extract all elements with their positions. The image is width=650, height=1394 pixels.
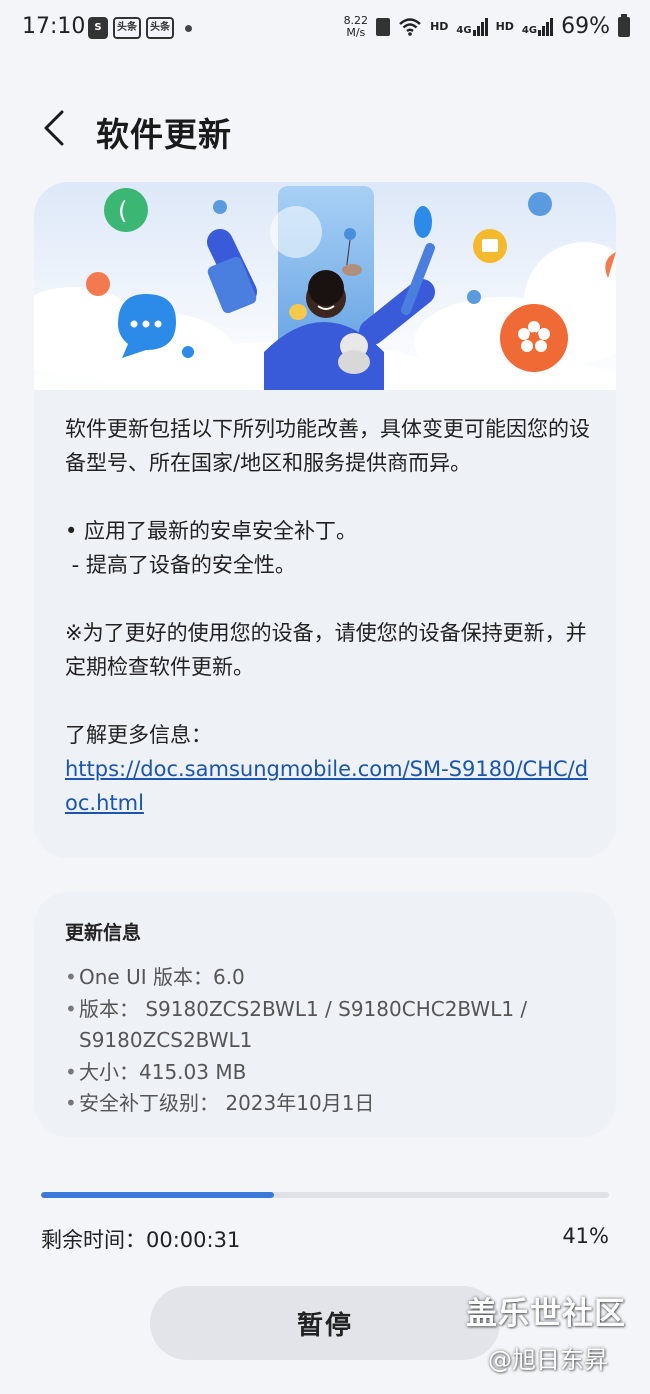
- notification-icons: S 头条 头条: [88, 17, 192, 39]
- update-info-card: 更新信息 One UI 版本：6.0 版本： S9180ZCS2BWL1 / S…: [34, 892, 616, 1137]
- software-update-illustration: (: [34, 182, 616, 390]
- status-time: 17:10: [22, 14, 86, 39]
- update-description: 软件更新包括以下所列功能改善，具体变更可能因您的设备型号、所在国家/地区和服务提…: [65, 412, 595, 854]
- battery-icon: [618, 13, 630, 37]
- update-note: ※为了更好的使用您的设备，请使您的设备保持更新，并定期检查软件更新。: [65, 621, 587, 679]
- back-button[interactable]: [38, 108, 74, 148]
- network-speed: 8.22 M/s: [343, 13, 369, 39]
- changelog-sub-bullet: - 提高了设备的安全性。: [65, 553, 296, 577]
- security-patch-level: 安全补丁级别： 2023年10月1日: [65, 1088, 605, 1120]
- progress-fill: [41, 1192, 274, 1198]
- build-version: 版本： S9180ZCS2BWL1 / S9180CHC2BWL1 /: [65, 994, 605, 1026]
- remaining-time: 剩余时间：00:00:31: [41, 1228, 241, 1252]
- update-size: 大小：415.03 MB: [65, 1057, 605, 1089]
- pause-label: 暂停: [296, 1310, 353, 1341]
- system-icons: 8.22 M/s HD 4G HD 4G 69%: [343, 13, 630, 39]
- sim-icon: [376, 17, 391, 36]
- signal-icon: 4G: [522, 17, 554, 36]
- one-ui-version: One UI 版本：6.0: [65, 962, 605, 994]
- hd-indicator: HD: [495, 20, 514, 33]
- description-intro: 软件更新包括以下所列功能改善，具体变更可能因您的设备型号、所在国家/地区和服务提…: [65, 417, 590, 475]
- more-info: 了解更多信息： https://doc.samsungmobile.com/SM…: [65, 718, 595, 820]
- watermark-user: @旭日东昇: [488, 1346, 608, 1374]
- svg-text:(: (: [118, 197, 127, 225]
- watermark-site: 盖乐世社区: [466, 1296, 626, 1332]
- update-details-card: (软件更新包括以下所列功能改善，具体变更可能因您的设备型号、所在国家/地区和服…: [34, 182, 616, 858]
- hd-indicator: HD: [430, 20, 449, 33]
- chevron-left-icon: [44, 110, 64, 146]
- update-info-title: 更新信息: [65, 922, 142, 944]
- more-info-label: 了解更多信息：: [65, 723, 212, 747]
- download-progress-bar: [41, 1192, 609, 1198]
- progress-percent: 41%: [562, 1224, 609, 1248]
- status-bar: 17:10 S 头条 头条 8.22 M/s HD 4G HD 4G 69%: [0, 0, 650, 58]
- battery-percent: 69%: [561, 14, 610, 39]
- wifi-icon: [399, 17, 421, 36]
- pause-button[interactable]: 暂停: [150, 1286, 500, 1360]
- signal-icon: 4G: [456, 17, 488, 36]
- update-info-list: One UI 版本：6.0 版本： S9180ZCS2BWL1 / S9180C…: [65, 962, 605, 1120]
- s-app-icon: S: [88, 17, 108, 39]
- changelog: • 应用了最新的安卓安全补丁。 - 提高了设备的安全性。: [65, 514, 595, 582]
- changelog-bullet: • 应用了最新的安卓安全补丁。: [65, 519, 358, 543]
- build-version-cont: S9180ZCS2BWL1: [79, 1028, 253, 1052]
- toutiao-icon: 头条: [146, 17, 174, 39]
- more-info-link[interactable]: https://doc.samsungmobile.com/SM-S9180/C…: [65, 757, 588, 815]
- app-header: 软件更新: [0, 100, 650, 160]
- page-title: 软件更新: [96, 115, 232, 154]
- toutiao-icon: 头条: [113, 17, 141, 39]
- more-notifications-dot-icon: [185, 24, 192, 32]
